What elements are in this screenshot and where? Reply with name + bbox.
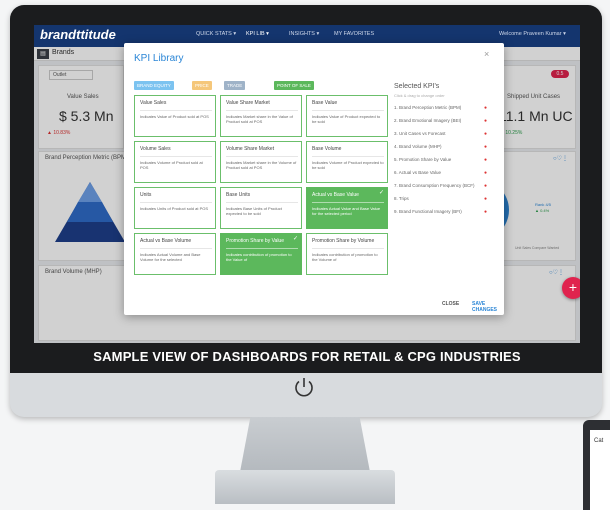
add-button[interactable]: + xyxy=(562,277,580,299)
kpi-tile[interactable]: Volume Share Market Indicates Market shar… xyxy=(220,141,302,183)
selected-kpis-panel: Selected KPI's Click & drag to change or… xyxy=(394,83,494,283)
selected-kpi-label: 6. Actual vs Base Value xyxy=(394,170,441,175)
selected-kpi-item[interactable]: 5. Promotion Share by Value ● xyxy=(394,157,489,163)
kpi-tile[interactable]: Value Share Market Indicates Market share… xyxy=(220,95,302,137)
kpi-tile-description: Indicates Volume of Product expected to … xyxy=(312,156,384,170)
selected-kpi-label: 7. Brand Consumption Frequency (BCF) xyxy=(394,183,475,188)
remove-kpi-icon[interactable]: ● xyxy=(484,105,487,111)
selected-kpi-label: 4. Brand Volume (MHP) xyxy=(394,144,442,149)
selected-kpi-label: 9. Brand Functional Imagery (BFI) xyxy=(394,209,462,214)
kpi-tile-description: Indicates Actual Value and Base Value fo… xyxy=(312,202,384,216)
filter-chip-trade[interactable]: TRADE xyxy=(224,81,246,90)
kpi-tile-title: Promotion Share by Volume xyxy=(312,238,375,244)
nav-insights[interactable]: INSIGHTS ▾ xyxy=(289,31,319,37)
selected-kpi-label: 2. Brand Emotional Imagery (BEI) xyxy=(394,118,462,123)
modal-title: KPI Library xyxy=(134,53,184,64)
selected-kpi-label: 1. Brand Perception Metric (BPM) xyxy=(394,105,462,110)
kpi-tile-description: Indicates Units of Product sold at POS xyxy=(140,202,212,211)
kpi-tile-title: Base Units xyxy=(226,192,251,198)
remove-kpi-icon[interactable]: ● xyxy=(484,183,487,189)
remove-kpi-icon[interactable]: ● xyxy=(484,118,487,124)
selected-kpi-item[interactable]: 8. Trips ● xyxy=(394,196,489,202)
user-menu[interactable]: Welcome Praveen Kumar ▾ xyxy=(499,31,566,37)
close-icon[interactable]: × xyxy=(484,49,489,59)
nav-favorites[interactable]: MY FAVORITES xyxy=(334,31,374,37)
kpi-tile-description: Indicates Value of Product sold at POS xyxy=(140,110,212,119)
kpi-tile-title: Volume Share Market xyxy=(226,146,275,152)
check-icon: ✓ xyxy=(378,190,384,196)
kpi-tile[interactable]: Volume Sales Indicates Volume of Product … xyxy=(134,141,216,183)
kpi-tile-title: Units xyxy=(140,192,152,198)
secondary-header: Cat xyxy=(594,438,604,444)
selected-kpi-item[interactable]: 9. Brand Functional Imagery (BFI) ● xyxy=(394,209,489,215)
selected-kpi-item[interactable]: 1. Brand Perception Metric (BPM) ● xyxy=(394,105,489,111)
kpi-tile-description: Indicates Volume of Product sold at POS xyxy=(140,156,212,170)
filter-chip-brand-equity[interactable]: BRAND EQUITY xyxy=(134,81,174,90)
kpi-tile[interactable]: Base Value Indicates Value of Product exp… xyxy=(306,95,388,137)
selected-kpi-item[interactable]: 2. Brand Emotional Imagery (BEI) ● xyxy=(394,118,489,124)
monitor-stand-base xyxy=(215,470,395,504)
kpi-tile[interactable]: Value Sales Indicates Value of Product so… xyxy=(134,95,216,137)
remove-kpi-icon[interactable]: ● xyxy=(484,196,487,202)
selected-kpi-item[interactable]: 6. Actual vs Base Value ● xyxy=(394,170,489,176)
kpi-tile-title: Actual vs Base Value xyxy=(312,192,359,198)
remove-kpi-icon[interactable]: ● xyxy=(484,131,487,137)
selected-kpi-label: 8. Trips xyxy=(394,196,409,201)
kpi-tile-description: Indicates contribution of promotion to t… xyxy=(312,248,384,262)
remove-kpi-icon[interactable]: ● xyxy=(484,170,487,176)
selected-kpi-item[interactable]: 3. Unit Cases vs Forecast ● xyxy=(394,131,489,137)
secondary-device-screen: Cat xyxy=(590,430,610,510)
kpi-tile-description: Indicates Value of Product expected to b… xyxy=(312,110,384,124)
kpi-tile-title: Base Value xyxy=(312,100,338,106)
nav-quick-stats[interactable]: QUICK STATS ▾ xyxy=(196,31,236,37)
selected-kpis-hint: Click & drag to change order xyxy=(394,93,445,98)
close-button[interactable]: CLOSE xyxy=(442,301,459,307)
kpi-tile[interactable]: Promotion Share by Volume Indicates contr… xyxy=(306,233,388,275)
selected-kpis-title: Selected KPI's xyxy=(394,83,440,90)
kpi-tile-title: Actual vs Base Volume xyxy=(140,238,192,244)
kpi-tile-title: Promotion Share by Value xyxy=(226,238,284,244)
save-changes-button[interactable]: SAVE CHANGES xyxy=(472,301,504,313)
check-icon: ✓ xyxy=(292,236,298,242)
kpi-tile-description: Indicates Actual Volume and Base Volume … xyxy=(140,248,212,262)
selected-kpi-label: 3. Unit Cases vs Forecast xyxy=(394,131,446,136)
app-logo[interactable]: brandttitude xyxy=(40,27,116,42)
kpi-tile[interactable]: Promotion Share by Value Indicates contri… xyxy=(220,233,302,275)
filter-chip-price[interactable]: PRICE xyxy=(192,81,212,90)
kpi-tile[interactable]: Units Indicates Units of Product sold at … xyxy=(134,187,216,229)
nav-kpi-lib[interactable]: KPI LIB ▾ xyxy=(246,31,269,37)
kpi-tile-title: Value Sales xyxy=(140,100,167,106)
remove-kpi-icon[interactable]: ● xyxy=(484,144,487,150)
filter-chip-point-of-sale[interactable]: POINT OF SALE xyxy=(274,81,314,90)
kpi-tile[interactable]: Actual vs Base Volume Indicates Actual Vo… xyxy=(134,233,216,275)
kpi-tile-description: Indicates contribution of promotion to t… xyxy=(226,248,298,262)
selected-kpi-item[interactable]: 7. Brand Consumption Frequency (BCF) ● xyxy=(394,183,489,189)
kpi-tile[interactable]: Actual vs Base Value Indicates Actual Val… xyxy=(306,187,388,229)
power-icon[interactable] xyxy=(292,376,316,400)
selected-kpi-label: 5. Promotion Share by Value xyxy=(394,157,452,162)
kpi-tile-title: Value Share Market xyxy=(226,100,270,106)
kpi-tile-title: Base Volume xyxy=(312,146,342,152)
kpi-library-modal: KPI Library × BRAND EQUITY PRICE TRADE P… xyxy=(124,43,504,315)
kpi-tile[interactable]: Base Volume Indicates Volume of Product e… xyxy=(306,141,388,183)
kpi-tile-description: Indicates Market share in the Volume of … xyxy=(226,156,298,170)
kpi-tile-description: Indicates Market share in the Value of P… xyxy=(226,110,298,124)
monitor-stand-neck xyxy=(240,417,370,472)
kpi-tile-title: Volume Sales xyxy=(140,146,171,152)
remove-kpi-icon[interactable]: ● xyxy=(484,209,487,215)
caption: SAMPLE VIEW OF DASHBOARDS FOR RETAIL & C… xyxy=(93,349,521,364)
kpi-tile[interactable]: Base Units Indicates Base Units of Produc… xyxy=(220,187,302,229)
screen: brandttitude QUICK STATS ▾ KPI LIB ▾ INS… xyxy=(34,25,580,343)
kpi-tile-description: Indicates Base Units of Product expected… xyxy=(226,202,298,216)
remove-kpi-icon[interactable]: ● xyxy=(484,157,487,163)
selected-kpi-item[interactable]: 4. Brand Volume (MHP) ● xyxy=(394,144,489,150)
